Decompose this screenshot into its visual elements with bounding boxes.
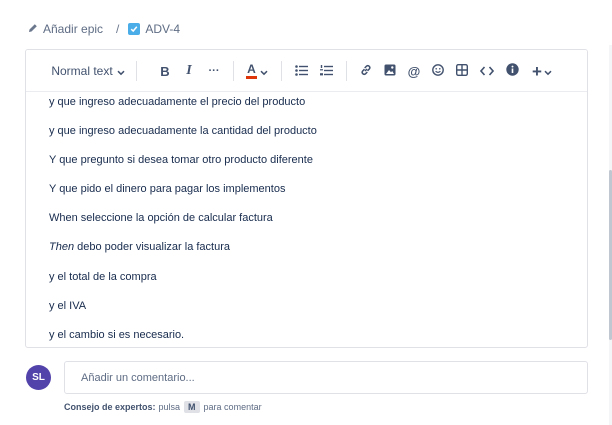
emoji-button[interactable] xyxy=(430,60,446,82)
comment-input[interactable]: Añadir un comentario... xyxy=(64,361,588,394)
issue-key-label: ADV-4 xyxy=(145,22,181,36)
link-button[interactable] xyxy=(358,60,374,82)
editor-line: y el cambio si es necesario. xyxy=(49,329,185,341)
italic-keyword: Then xyxy=(49,241,75,253)
editor-toolbar: Normal text B I ··· A @ + xyxy=(26,50,587,92)
tip-label: Consejo de expertos: xyxy=(64,402,156,412)
mention-button[interactable]: @ xyxy=(406,60,422,82)
editor-line: Y que pido el dinero para pagar los impl… xyxy=(49,183,286,195)
info-panel-button[interactable] xyxy=(504,60,520,82)
editor-line-text: debo poder visualizar la factura xyxy=(74,241,231,253)
bullet-list-icon xyxy=(294,64,308,79)
info-icon xyxy=(505,63,519,79)
editor-line: Y que pregunto si desea tomar otro produ… xyxy=(49,154,313,166)
insert-menu-button[interactable]: + xyxy=(529,60,555,82)
toolbar-divider xyxy=(233,61,234,81)
tip-text: pulsa xyxy=(158,402,181,412)
text-color-letter: A xyxy=(247,61,256,76)
pencil-icon xyxy=(28,22,38,36)
pro-tip: Consejo de expertos: pulsa M para coment… xyxy=(64,401,262,413)
breadcrumb-separator: / xyxy=(116,22,120,36)
numbered-list-icon xyxy=(319,64,333,79)
table-icon xyxy=(455,63,469,79)
issue-page: Añadir epic / ADV-4 Normal text B I ··· … xyxy=(0,0,612,425)
editor-content[interactable]: y que ingreso adecuadamente el precio de… xyxy=(26,92,587,347)
mention-icon: @ xyxy=(407,63,421,79)
bold-button[interactable]: B xyxy=(157,60,173,82)
table-button[interactable] xyxy=(454,60,470,82)
more-icon: ··· xyxy=(208,65,220,77)
text-color-icon: A xyxy=(246,61,257,79)
emoji-icon xyxy=(432,63,444,79)
editor-line: Then debo poder visualizar la factura xyxy=(49,241,230,253)
description-editor[interactable]: Normal text B I ··· A @ + y que ingreso … xyxy=(25,49,588,348)
chevron-down-icon xyxy=(117,64,125,79)
bold-icon: B xyxy=(160,63,170,79)
add-epic-label: Añadir epic xyxy=(43,22,104,36)
text-style-label: Normal text xyxy=(51,64,113,78)
editor-line: y que ingreso adecuadamente el precio de… xyxy=(49,96,306,108)
image-button[interactable] xyxy=(382,60,398,82)
code-icon xyxy=(479,64,495,79)
breadcrumb: Añadir epic / ADV-4 xyxy=(28,20,180,38)
chevron-down-icon xyxy=(544,64,552,79)
avatar[interactable]: SL xyxy=(26,365,51,390)
toolbar-divider xyxy=(281,61,282,81)
bullet-list-button[interactable] xyxy=(293,60,309,82)
code-button[interactable] xyxy=(478,60,496,82)
checkbox-icon xyxy=(128,23,141,35)
toolbar-divider xyxy=(346,61,347,81)
editor-line: y el total de la compra xyxy=(49,271,157,283)
plus-icon: + xyxy=(532,61,542,81)
text-color-swatch xyxy=(246,75,257,79)
chevron-down-icon xyxy=(260,64,268,79)
numbered-list-button[interactable] xyxy=(318,60,334,82)
editor-line: y el IVA xyxy=(49,300,87,312)
issue-key-link[interactable]: ADV-4 xyxy=(128,22,180,36)
italic-button[interactable]: I xyxy=(181,60,197,82)
editor-line: y que ingreso adecuadamente la cantidad … xyxy=(49,125,317,137)
italic-icon: I xyxy=(186,63,192,78)
editor-line: When seleccione la opción de calcular fa… xyxy=(49,212,273,224)
text-style-dropdown[interactable]: Normal text xyxy=(50,60,126,82)
link-icon xyxy=(360,64,372,79)
add-epic-link[interactable]: Añadir epic xyxy=(28,22,103,36)
keyboard-key: M xyxy=(184,401,200,413)
image-icon xyxy=(384,64,396,79)
more-formatting-button[interactable]: ··· xyxy=(205,60,223,82)
text-color-button[interactable]: A xyxy=(244,60,270,82)
tip-suffix: para comentar xyxy=(203,402,262,412)
toolbar-divider xyxy=(136,61,137,81)
